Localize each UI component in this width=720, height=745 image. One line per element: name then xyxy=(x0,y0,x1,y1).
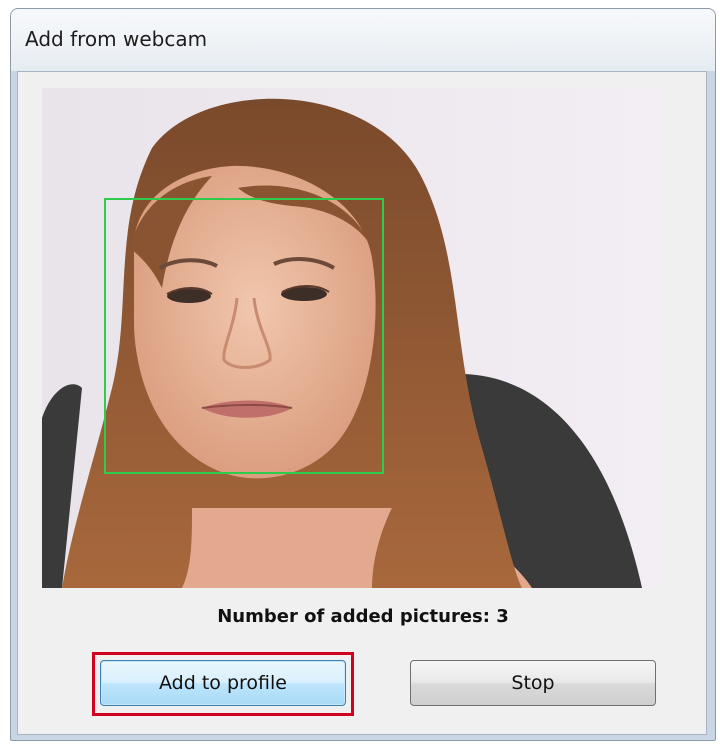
added-pictures-status: Number of added pictures: 3 xyxy=(217,606,509,627)
window-title: Add from webcam xyxy=(25,27,208,51)
webcam-preview xyxy=(42,88,662,588)
dialog-body: Number of added pictures: 3 Add to profi… xyxy=(17,71,707,735)
face-detection-box xyxy=(104,198,384,474)
webcam-dialog: Add from webcam Number of added pictures… xyxy=(10,8,716,741)
screen: Add from webcam Number of added pictures… xyxy=(0,0,720,745)
stop-button[interactable]: Stop xyxy=(410,660,656,706)
highlight-box xyxy=(92,652,354,716)
title-bar[interactable]: Add from webcam xyxy=(11,9,715,71)
